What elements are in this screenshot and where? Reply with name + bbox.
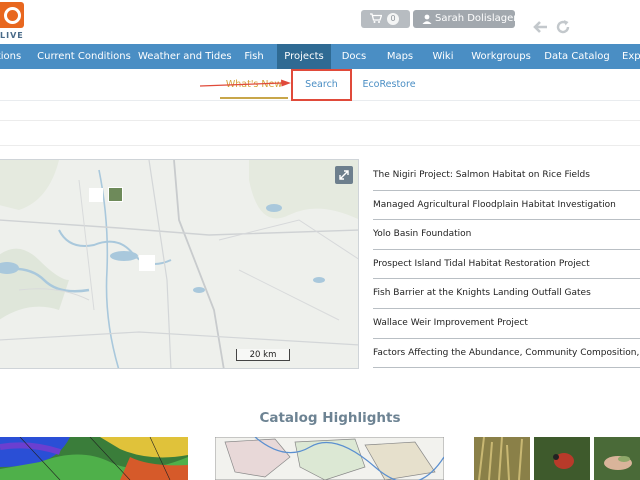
- map-marker-photo[interactable]: [108, 187, 123, 202]
- catalog-thumbnail-photo-grass[interactable]: [474, 437, 530, 480]
- catalog-thumbnail-heatmap[interactable]: [0, 437, 188, 480]
- project-link[interactable]: Managed Agricultural Floodplain Habitat …: [373, 191, 640, 221]
- projects-map[interactable]: [0, 159, 359, 369]
- project-link[interactable]: The Nigiri Project: Salmon Habitat on Ri…: [373, 161, 640, 191]
- catalog-thumbnail-photo-hands[interactable]: [594, 437, 640, 480]
- project-link[interactable]: Factors Affecting the Abundance, Communi…: [373, 339, 640, 369]
- logo-text: LIVE: [0, 31, 24, 40]
- expand-icon: [339, 170, 349, 180]
- section-divider: [0, 120, 640, 121]
- project-link[interactable]: Prospect Island Tidal Habitat Restoratio…: [373, 250, 640, 280]
- heatmap-image: [0, 437, 188, 480]
- annotation-arrow: [199, 79, 291, 87]
- bird-photo: [534, 437, 590, 480]
- nav-item-current-conditions[interactable]: Current Conditions: [34, 44, 134, 69]
- nav-item-weather-and-tides[interactable]: Weather and Tides: [138, 44, 232, 69]
- nav-item-docs[interactable]: Docs: [334, 44, 374, 69]
- hands-photo: [594, 437, 640, 480]
- main-nav: tions Current Conditions Weather and Tid…: [0, 44, 640, 69]
- refresh-icon[interactable]: [555, 19, 571, 35]
- page: LIVE 0 Sarah Dolislager tions Current Co…: [0, 0, 640, 480]
- top-bar: LIVE 0 Sarah Dolislager: [0, 0, 640, 44]
- catalog-thumbnail-map[interactable]: [215, 437, 444, 480]
- user-name: Sarah Dolislager: [435, 13, 518, 24]
- tab-ecorestore[interactable]: EcoRestore: [362, 69, 416, 101]
- user-menu-button[interactable]: Sarah Dolislager: [413, 10, 518, 28]
- nav-item-wiki[interactable]: Wiki: [424, 44, 462, 69]
- project-link[interactable]: Wallace Weir Improvement Project: [373, 309, 640, 339]
- cart-button[interactable]: 0: [361, 10, 410, 28]
- map-marker[interactable]: [89, 188, 103, 202]
- nav-item-data-catalog[interactable]: Data Catalog: [542, 44, 612, 69]
- region-map-image: [215, 437, 444, 480]
- cart-count-badge: 0: [387, 13, 399, 25]
- logo-mark: [0, 2, 24, 28]
- projects-subnav: What's New Search EcoRestore: [0, 69, 640, 101]
- map-expand-button[interactable]: [335, 166, 353, 184]
- project-list: The Nigiri Project: Salmon Habitat on Ri…: [373, 161, 640, 369]
- arrow-left-icon[interactable]: [533, 19, 549, 35]
- nav-item-explore[interactable]: Exp: [622, 44, 640, 69]
- catalog-thumbnail-photo-bird[interactable]: [534, 437, 590, 480]
- map-scale-bar: 20 km: [236, 349, 290, 361]
- catalog-highlights-title: Catalog Highlights: [259, 410, 401, 426]
- grass-photo: [474, 437, 530, 480]
- tab-search[interactable]: Search: [291, 69, 352, 101]
- section-divider: [0, 145, 640, 146]
- site-logo[interactable]: LIVE: [0, 0, 26, 42]
- map-marker[interactable]: [139, 255, 155, 271]
- map-basemap: [0, 160, 358, 368]
- user-icon: [422, 14, 432, 24]
- project-link[interactable]: Fish Barrier at the Knights Landing Outf…: [373, 279, 640, 309]
- project-link[interactable]: Yolo Basin Foundation: [373, 220, 640, 250]
- nav-item-projects[interactable]: Projects: [277, 44, 331, 69]
- cart-icon: [370, 13, 382, 23]
- nav-item-maps[interactable]: Maps: [380, 44, 420, 69]
- nav-item-fish[interactable]: Fish: [236, 44, 272, 69]
- nav-item-locations[interactable]: tions: [0, 44, 24, 69]
- nav-item-workgroups[interactable]: Workgroups: [468, 44, 534, 69]
